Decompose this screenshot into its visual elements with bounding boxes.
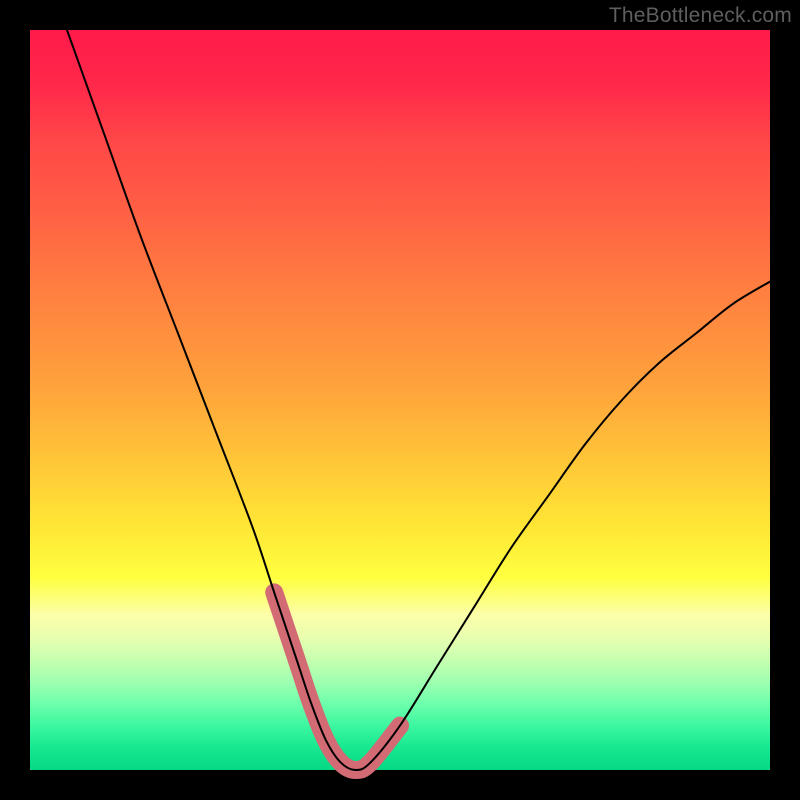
chart-plot-area [30,30,770,770]
curve-svg [30,30,770,770]
bottleneck-highlight-path [274,592,400,770]
watermark-text: TheBottleneck.com [609,4,792,28]
bottleneck-curve-path [67,30,770,770]
